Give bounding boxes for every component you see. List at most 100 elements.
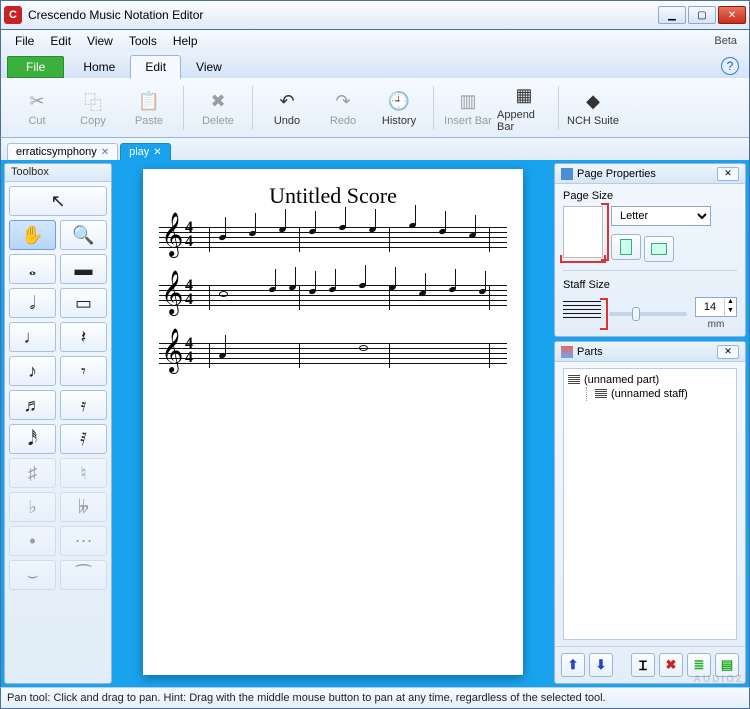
- paste-button: 📋Paste: [121, 82, 177, 134]
- rename-button[interactable]: Ɪ: [631, 653, 655, 677]
- tool-tie: ⌣: [9, 560, 56, 590]
- tool-thirtysecond-note[interactable]: 𝅘𝅥𝅰: [9, 424, 56, 454]
- time-signature: 44: [185, 337, 193, 365]
- cut-label: Cut: [28, 115, 45, 127]
- move-down-button[interactable]: ⬇: [589, 653, 613, 677]
- page-properties-panel: Page Properties ✕ Page Size Letter: [554, 163, 746, 337]
- doc-tab-label: play: [129, 146, 149, 158]
- staff-size-spinner[interactable]: ▲▼: [695, 297, 737, 317]
- score-title: Untitled Score: [159, 183, 507, 209]
- tool-dots: ⋯: [60, 526, 107, 556]
- page-properties-icon: [561, 168, 573, 180]
- copy-label: Copy: [80, 115, 106, 127]
- append-bar-icon: ▦: [511, 83, 537, 109]
- ribbon-file[interactable]: File: [7, 56, 64, 78]
- tool-whole-rest[interactable]: ▬: [60, 254, 107, 284]
- tool-double-flat: 𝄫: [60, 492, 107, 522]
- tool-half-rest[interactable]: ▭: [60, 288, 107, 318]
- menu-help[interactable]: Help: [165, 32, 206, 50]
- staff-size-slider[interactable]: [609, 312, 687, 316]
- tree-item-part[interactable]: (unnamed part): [568, 373, 732, 387]
- staff-size-icon: [563, 301, 601, 327]
- tool-eighth-note[interactable]: ♪: [9, 356, 56, 386]
- staff-line[interactable]: 𝄞44: [159, 219, 507, 263]
- parts-close[interactable]: ✕: [717, 345, 739, 359]
- tree-item-staff[interactable]: (unnamed staff): [595, 387, 732, 401]
- canvas[interactable]: Untitled Score 𝄞44𝄞44𝄞44: [115, 163, 551, 684]
- history-button[interactable]: 🕘History: [371, 82, 427, 134]
- tool-quarter-note[interactable]: ♩: [9, 322, 56, 352]
- treble-clef-icon: 𝄞: [161, 271, 183, 315]
- move-up-button[interactable]: ⬆: [561, 653, 585, 677]
- window-title: Crescendo Music Notation Editor: [28, 8, 658, 22]
- treble-clef-icon: 𝄞: [161, 213, 183, 257]
- cut-icon: ✂: [24, 89, 50, 115]
- part-label: (unnamed part): [584, 374, 659, 386]
- tool-whole-note[interactable]: 𝅝: [9, 254, 56, 284]
- history-icon: 🕘: [386, 89, 412, 115]
- status-bar: Pan tool: Click and drag to pan. Hint: D…: [0, 687, 750, 709]
- portrait-button[interactable]: [611, 234, 641, 260]
- staff-line[interactable]: 𝄞44: [159, 335, 507, 379]
- nch-suite-label: NCH Suite: [567, 115, 619, 127]
- score-page[interactable]: Untitled Score 𝄞44𝄞44𝄞44: [143, 169, 523, 675]
- toolbar: ✂Cut⿻Copy📋Paste✖Delete↶Undo↷Redo🕘History…: [0, 78, 750, 138]
- spinner-down[interactable]: ▼: [724, 307, 736, 316]
- menu-edit[interactable]: Edit: [42, 32, 79, 50]
- menu-file[interactable]: File: [7, 32, 42, 50]
- insert-bar-icon: ▥: [455, 89, 481, 115]
- nch-suite-icon: ◆: [580, 89, 606, 115]
- time-signature: 44: [185, 221, 193, 249]
- tool-eighth-rest[interactable]: 𝄾: [60, 356, 107, 386]
- tool-dot: •: [9, 526, 56, 556]
- undo-icon: ↶: [274, 89, 300, 115]
- tool-sixteenth-note[interactable]: ♬: [9, 390, 56, 420]
- page-properties-close[interactable]: ✕: [717, 167, 739, 181]
- parts-tree[interactable]: (unnamed part) (unnamed staff): [563, 368, 737, 640]
- doc-tab-play[interactable]: play ✕: [120, 143, 171, 160]
- ribbon-tab-edit[interactable]: Edit: [130, 55, 181, 79]
- maximize-button[interactable]: ▢: [688, 6, 716, 24]
- doc-tab-erraticsymphony[interactable]: erraticsymphony ✕: [7, 143, 118, 160]
- doc-tab-close[interactable]: ✕: [153, 147, 161, 158]
- parts-icon: [561, 346, 573, 358]
- tool-slur: ⁀: [60, 560, 107, 590]
- nch-suite-button[interactable]: ◆NCH Suite: [565, 82, 621, 134]
- menu-view[interactable]: View: [79, 32, 121, 50]
- title-bar: C Crescendo Music Notation Editor ▁ ▢ ✕: [0, 0, 750, 30]
- tool-natural: ♮: [60, 458, 107, 488]
- landscape-button[interactable]: [644, 236, 674, 262]
- page-size-select[interactable]: Letter: [611, 206, 711, 226]
- undo-button[interactable]: ↶Undo: [259, 82, 315, 134]
- paste-label: Paste: [135, 115, 163, 127]
- status-text: Pan tool: Click and drag to pan. Hint: D…: [7, 692, 606, 704]
- doc-tab-close[interactable]: ✕: [101, 147, 109, 158]
- help-icon[interactable]: ?: [721, 57, 739, 75]
- tool-half-note[interactable]: 𝅗𝅥: [9, 288, 56, 318]
- append-bar-button[interactable]: ▦Append Bar: [496, 82, 552, 134]
- tool-pointer[interactable]: ↖: [9, 186, 107, 216]
- tool-hand[interactable]: ✋: [9, 220, 56, 250]
- menu-tools[interactable]: Tools: [121, 32, 165, 50]
- close-button[interactable]: ✕: [718, 6, 746, 24]
- spinner-up[interactable]: ▲: [724, 298, 736, 307]
- toolbox-title: Toolbox: [5, 164, 111, 182]
- ribbon-tab-home[interactable]: Home: [68, 55, 130, 78]
- staff-size-input[interactable]: [696, 301, 724, 313]
- staff-line[interactable]: 𝄞44: [159, 277, 507, 321]
- doc-tab-label: erraticsymphony: [16, 146, 97, 158]
- minimize-button[interactable]: ▁: [658, 6, 686, 24]
- paste-icon: 📋: [136, 89, 162, 115]
- staff-icon: [595, 389, 607, 399]
- tool-flat: ♭: [9, 492, 56, 522]
- parts-panel: Parts ✕ (unnamed part) (unnamed staff): [554, 341, 746, 684]
- tool-zoom[interactable]: 🔍: [60, 220, 107, 250]
- redo-icon: ↷: [330, 89, 356, 115]
- tool-sixteenth-rest[interactable]: 𝄿: [60, 390, 107, 420]
- tool-thirtysecond-rest[interactable]: 𝅀: [60, 424, 107, 454]
- menubar: File Edit View Tools Help Beta: [0, 30, 750, 52]
- tool-quarter-rest[interactable]: 𝄽: [60, 322, 107, 352]
- delete-part-button[interactable]: ✖: [659, 653, 683, 677]
- page-thumb: [563, 206, 603, 258]
- ribbon-tab-view[interactable]: View: [181, 55, 237, 78]
